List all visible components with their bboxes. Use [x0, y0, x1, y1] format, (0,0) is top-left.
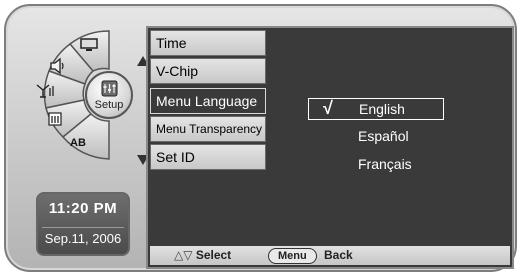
select-label: Select: [195, 248, 232, 262]
language-option-francais[interactable]: Français: [308, 154, 444, 176]
menu-item-time[interactable]: Time: [150, 30, 266, 56]
monitor-icon: [80, 38, 98, 51]
up-down-arrows-icon: △▽: [174, 248, 193, 262]
tv-menu-frame: AB Setup 11:20 PM Sep.11, 2006 Time V-Ch…: [4, 4, 517, 272]
menu-dial: AB Setup: [30, 20, 149, 165]
menu-item-menu-language[interactable]: Menu Language: [150, 88, 266, 114]
menu-screen: Time V-Chip Menu Language Menu Transpare…: [146, 26, 514, 269]
setup-tools-icon: [101, 80, 118, 97]
clock-divider: [42, 227, 124, 228]
menu-button[interactable]: Menu: [268, 248, 317, 264]
back-label: Back: [324, 248, 353, 262]
select-hint: △▽ Select: [174, 246, 231, 265]
channel-list-icon: [48, 112, 62, 126]
clock-date: Sep.11, 2006: [44, 231, 122, 246]
setup-label: Setup: [94, 99, 124, 111]
clock-panel: 11:20 PM Sep.11, 2006: [36, 192, 130, 256]
checkmark-icon: √: [323, 98, 333, 118]
language-option-label: Español: [358, 128, 409, 144]
menu-item-set-id[interactable]: Set ID: [150, 144, 266, 170]
language-option-english[interactable]: √ English: [308, 98, 444, 120]
help-bar: △▽ Select Menu Back: [150, 246, 510, 265]
language-option-label: English: [359, 101, 405, 117]
setup-center-button[interactable]: Setup: [85, 71, 133, 119]
speaker-icon: [50, 57, 64, 75]
language-option-espanol[interactable]: Español: [308, 126, 444, 148]
antenna-icon: [36, 84, 54, 98]
menu-item-menu-transparency[interactable]: Menu Transparency: [150, 116, 266, 142]
ab-language-icon: AB: [70, 137, 86, 149]
clock-time: 11:20 PM: [48, 200, 118, 217]
language-option-label: Français: [358, 156, 412, 172]
menu-item-v-chip[interactable]: V-Chip: [150, 58, 266, 84]
